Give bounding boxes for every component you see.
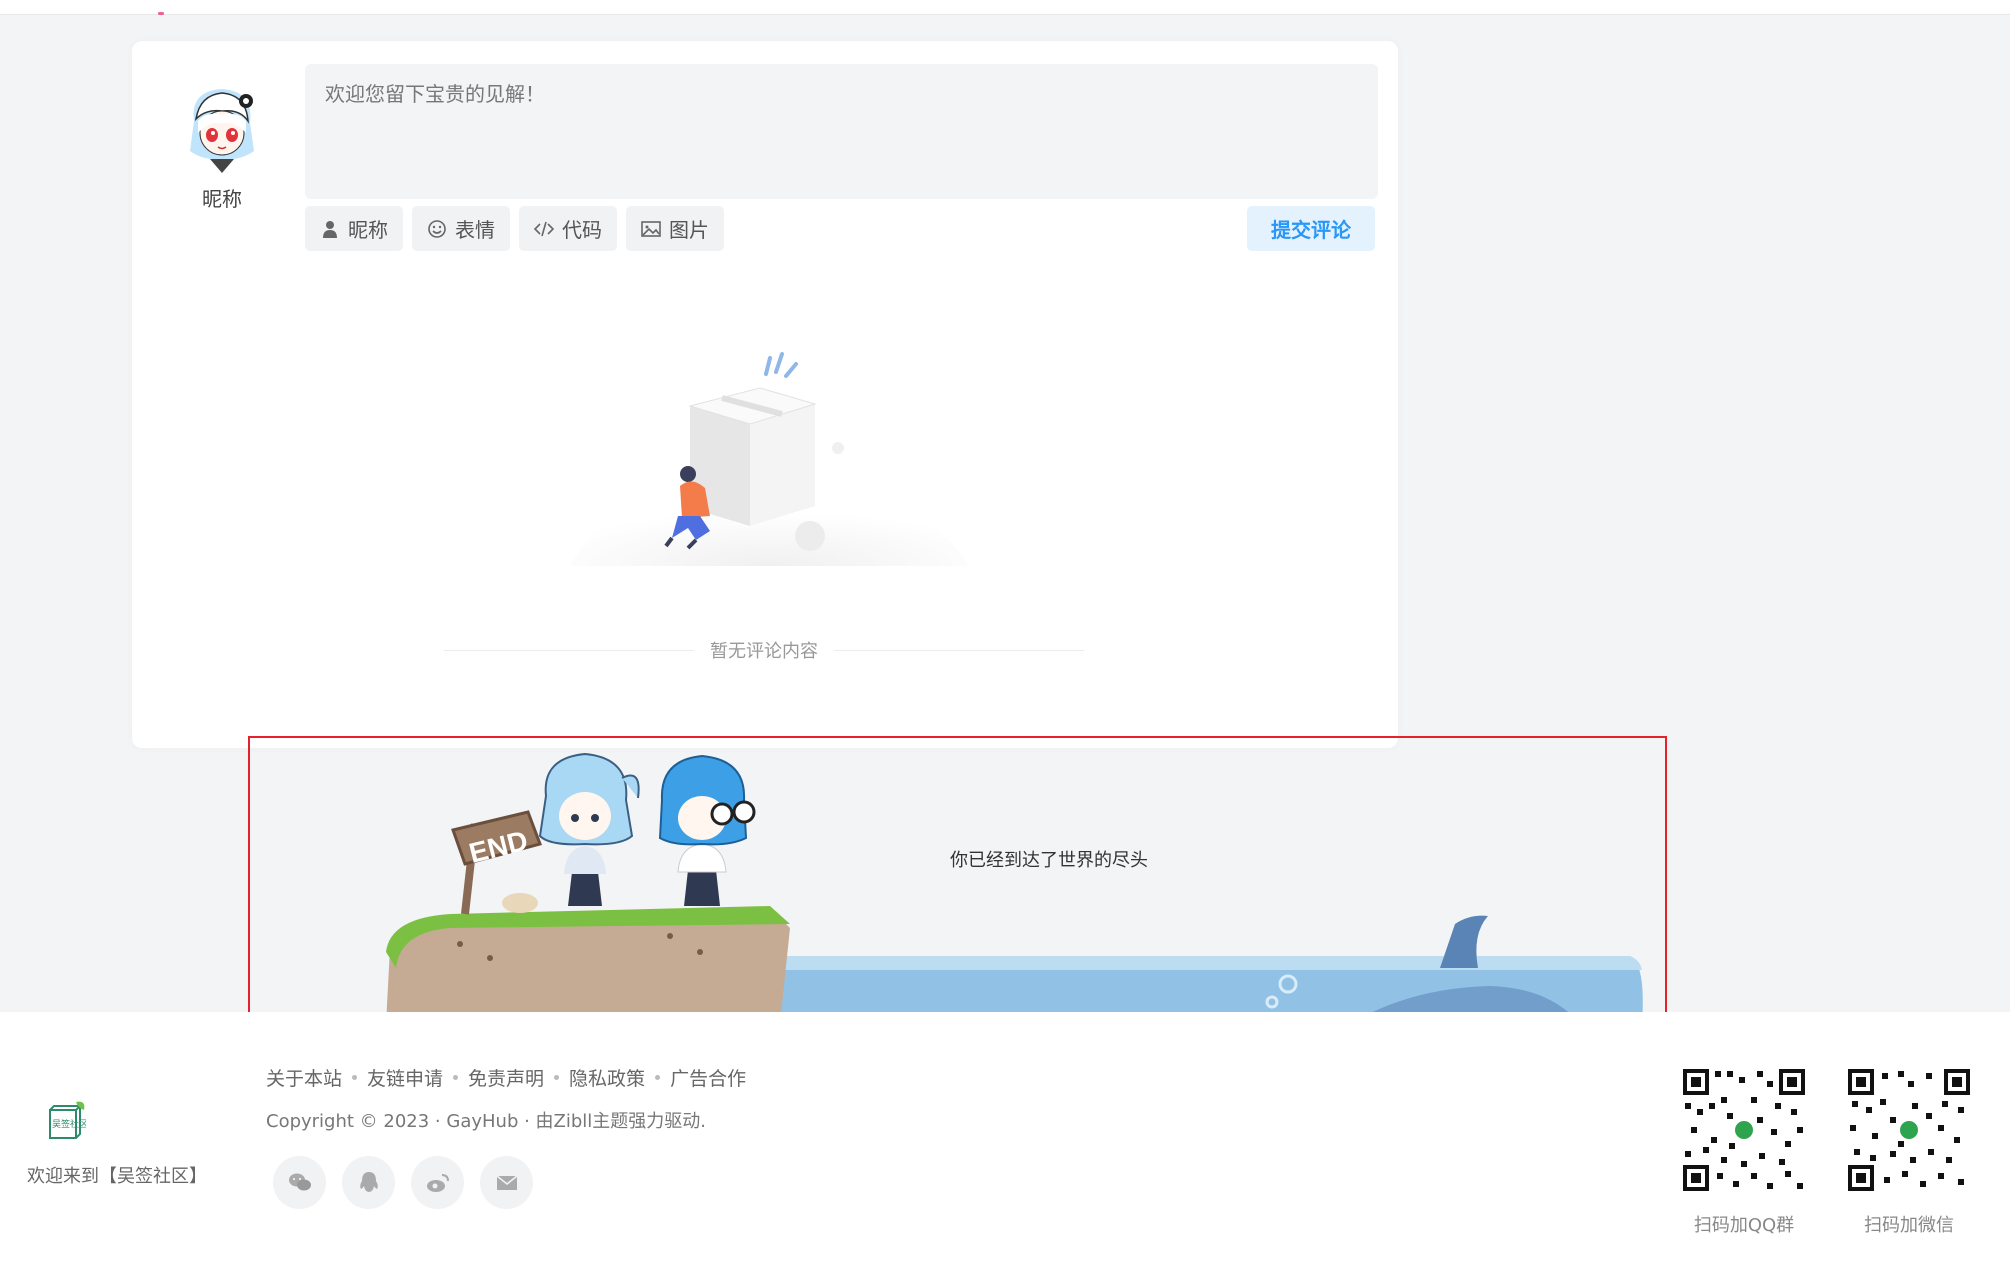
footer-link-disclaimer[interactable]: 免责声明 [468,1064,544,1091]
link-separator [453,1075,459,1080]
qr-code-image [1846,1067,1972,1193]
footer-welcome-text: 欢迎来到【吴签社区】 [27,1166,207,1187]
divider-right [834,649,1084,651]
divider-left [444,649,694,651]
link-separator [655,1075,661,1080]
end-of-page-banner: END 你已经到达了世界的尽头 [248,736,1667,1026]
site-logo: 吴签社区 [49,1101,86,1139]
end-illustration: END [386,752,1643,1024]
nickname-button[interactable]: 昵称 [305,206,403,251]
nickname-label: 昵称 [202,187,242,211]
qr-caption: 扫码加微信 [1864,1215,1954,1236]
qr-wechat: 扫码加微信 [1846,1067,1972,1237]
weibo-button[interactable] [411,1156,464,1209]
avatar [190,89,254,173]
empty-comments-divider: 暂无评论内容 [444,635,1084,665]
comment-input[interactable]: 欢迎您留下宝贵的见解！ [305,64,1378,199]
code-icon [534,221,554,236]
wechat-button[interactable] [273,1156,326,1209]
qr-caption: 扫码加QQ群 [1693,1215,1795,1236]
character-left [538,752,640,906]
qq-button[interactable] [342,1156,395,1209]
footer-link-about[interactable]: 关于本站 [266,1064,342,1091]
link-separator [352,1075,358,1080]
code-button[interactable]: 代码 [519,206,617,251]
wechat-icon [288,1173,311,1190]
empty-state-illustration [570,352,970,566]
character-right [658,754,756,906]
weibo-icon [426,1173,449,1192]
comment-avatar-block: 昵称 [180,81,264,212]
email-icon [496,1174,517,1190]
link-separator [554,1075,560,1080]
footer-link-friend-links[interactable]: 友链申请 [367,1064,443,1091]
empty-comments-text: 暂无评论内容 [710,641,818,662]
nav-indicator [158,12,164,15]
comment-toolbar: 昵称 表情 代码 图片 [305,206,724,251]
emoji-button[interactable]: 表情 [412,206,510,251]
image-button[interactable]: 图片 [626,206,724,251]
nickname-button-label: 昵称 [348,218,388,242]
user-icon [323,220,337,238]
footer-link-privacy[interactable]: 隐私政策 [569,1064,645,1091]
end-message: 你已经到达了世界的尽头 [950,850,1148,871]
logo-text: 吴签社区 [52,1118,86,1130]
comment-panel: 昵称 欢迎您留下宝贵的见解！ 昵称 表情 代码 图片 提交评论 暂无评论内容 [132,41,1398,748]
image-button-label: 图片 [669,218,709,242]
smile-icon [428,219,446,238]
qq-icon [359,1171,378,1192]
footer-copyright: Copyright © 2023 · GayHub · 由Zibll主题强力驱动… [266,1111,707,1132]
footer-social [273,1156,533,1209]
top-navbar [0,0,2010,15]
site-footer: 吴签社区 欢迎来到【吴签社区】 关于本站 友链申请 免责声明 隐私政策 广告合作… [0,1012,2010,1274]
qr-qq-group: 扫码加QQ群 [1681,1067,1807,1237]
submit-comment-button[interactable]: 提交评论 [1247,206,1375,251]
emoji-button-label: 表情 [455,218,495,242]
qr-code-image [1681,1067,1807,1193]
footer-links: 关于本站 友链申请 免责声明 隐私政策 广告合作 [266,1064,746,1091]
email-button[interactable] [480,1156,533,1209]
footer-link-ads[interactable]: 广告合作 [670,1064,746,1091]
image-icon [641,220,661,237]
code-button-label: 代码 [562,218,602,242]
